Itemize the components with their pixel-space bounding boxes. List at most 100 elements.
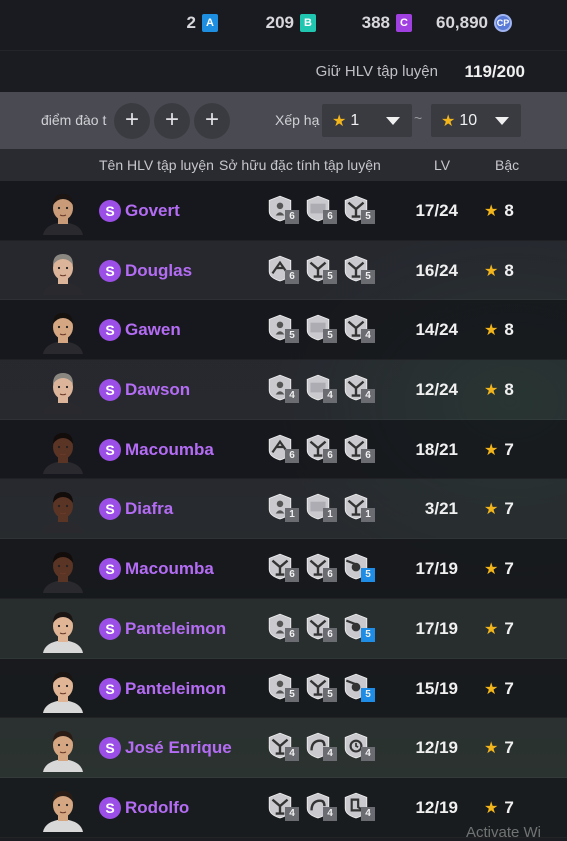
trait-badge[interactable]: 4: [342, 731, 375, 762]
coach-row[interactable]: S Panteleimon 6 6 5 17/19 ★ 7: [0, 598, 567, 659]
trait-badge[interactable]: 5: [304, 313, 337, 344]
coach-avatar: [41, 486, 85, 534]
coach-name: Govert: [125, 201, 180, 220]
add-filter-button-3[interactable]: +: [194, 103, 230, 139]
coach-level: 17/24: [415, 201, 458, 220]
coach-row[interactable]: S Macoumba 6 6: [0, 419, 567, 480]
trait-badge[interactable]: 5: [342, 612, 375, 642]
coach-row[interactable]: S Macoumba 6 6: [0, 539, 567, 599]
coach-row[interactable]: S Govert 6 6 5 17/24 ★ 8: [0, 181, 567, 241]
trait-badge[interactable]: 1: [304, 492, 337, 523]
trait-badge[interactable]: 6: [304, 612, 337, 642]
trait-level: 4: [285, 389, 299, 404]
trait-badge[interactable]: 4: [342, 791, 375, 821]
coach-tier: ★ 7: [484, 440, 514, 460]
trait-badge[interactable]: 5: [304, 254, 337, 284]
trait-badge[interactable]: 6: [266, 433, 299, 463]
trait-badge[interactable]: 4: [266, 731, 299, 762]
coach-name: Macoumba: [125, 559, 214, 579]
header-lv[interactable]: LV: [434, 157, 450, 173]
trait-badge[interactable]: 6: [342, 433, 375, 463]
currency-bar: 2 A 209 B 388 C 60,890 CP: [0, 0, 567, 50]
coach-name: Dawson: [125, 380, 191, 400]
star-icon: ★: [484, 620, 499, 638]
coach-row[interactable]: S Gawen 5 5 4 14/24 ★ 8: [0, 300, 567, 361]
trait-badge[interactable]: 4: [342, 313, 375, 344]
trait-badge[interactable]: 5: [304, 672, 337, 702]
trait-level: 4: [323, 389, 337, 404]
coach-level: 12/19: [415, 738, 458, 758]
trait-list: 6 6 5: [266, 612, 375, 642]
coach-row[interactable]: S Dawson 4 4 4 12/24 ★ 8: [0, 360, 567, 420]
star-icon: ★: [484, 501, 499, 519]
trait-badge[interactable]: 4: [304, 731, 337, 762]
trait-list: 6 6 6: [266, 433, 375, 463]
coach-avatar: [41, 546, 85, 594]
rank-to-dropdown[interactable]: ★ 10: [431, 104, 521, 137]
coach-level: 3/21: [424, 499, 458, 519]
header-tier[interactable]: Bậc: [495, 157, 519, 173]
coach-name: José Enrique: [125, 738, 232, 758]
coach-tier: ★ 7: [484, 679, 514, 699]
coach-count-value: 119/200: [464, 62, 525, 81]
trait-list: 1 1 1: [266, 492, 375, 523]
star-icon: ★: [441, 112, 456, 130]
coach-count-bar: Giữ HLV tập luyện 119/200: [0, 50, 567, 93]
coach-avatar: [41, 248, 85, 295]
trait-badge[interactable]: 4: [304, 791, 337, 821]
score-filter-label: điểm đào t: [41, 112, 107, 128]
trait-level: 4: [361, 329, 375, 344]
coach-row[interactable]: S José Enrique 4 4 4 12/19 ★ 7: [0, 718, 567, 778]
trait-badge[interactable]: 5: [342, 552, 375, 583]
rank-from-dropdown[interactable]: ★ 1: [322, 104, 412, 137]
trait-badge[interactable]: 4: [266, 373, 299, 404]
coach-name: Douglas: [125, 260, 193, 280]
trait-badge[interactable]: 5: [266, 313, 299, 344]
trait-level: 6: [323, 627, 337, 642]
coach-tier: ★ 8: [484, 201, 514, 221]
trait-list: 6 5 5: [266, 254, 375, 284]
trait-badge[interactable]: 6: [304, 433, 337, 463]
grade-badge: S: [99, 677, 121, 700]
coach-tier: ★ 7: [484, 499, 514, 519]
trait-badge[interactable]: 5: [266, 672, 299, 702]
trait-badge[interactable]: 1: [266, 492, 299, 523]
trait-badge[interactable]: 6: [304, 552, 337, 583]
trait-list: 4 4 4: [266, 731, 375, 762]
trait-level: 6: [285, 627, 299, 642]
grade-badge: S: [99, 498, 121, 521]
b-coin-icon: B: [300, 14, 316, 32]
column-headers: Tên HLV tập luyện Sở hữu đặc tính tập lu…: [0, 149, 567, 181]
coach-row[interactable]: S Diafra 1 1 1 3/21 ★ 7: [0, 479, 567, 540]
currency-cp-value: 60,890: [436, 13, 488, 32]
add-filter-button-1[interactable]: +: [114, 103, 150, 139]
trait-badge[interactable]: 5: [342, 254, 375, 284]
tier-value: 7: [504, 618, 514, 638]
coach-list: S Govert 6 6 5 17/24 ★ 8 S Douglas 6 5 5…: [0, 181, 567, 838]
trait-badge[interactable]: 5: [342, 672, 375, 702]
trait-level: 4: [361, 806, 375, 821]
trait-badge[interactable]: 6: [266, 612, 299, 642]
trait-badge[interactable]: 6: [266, 194, 299, 224]
trait-badge[interactable]: 5: [342, 194, 375, 224]
add-filter-button-2[interactable]: +: [154, 103, 190, 139]
trait-level: 1: [285, 508, 299, 523]
coach-level: 12/19: [415, 797, 458, 817]
trait-badge[interactable]: 4: [266, 791, 299, 821]
trait-badge[interactable]: 1: [342, 492, 375, 523]
coach-row[interactable]: S Douglas 6 5 5 16/24 ★ 8: [0, 240, 567, 301]
trait-level: 6: [323, 448, 337, 463]
trait-badge[interactable]: 4: [342, 373, 375, 404]
chevron-down-icon: [495, 117, 509, 125]
trait-badge[interactable]: 4: [304, 373, 337, 404]
trait-list: 5 5 4: [266, 313, 375, 344]
coach-avatar: [41, 785, 85, 832]
currency-b-value: 209: [265, 13, 294, 32]
trait-badge[interactable]: 6: [266, 254, 299, 284]
trait-badge[interactable]: 6: [266, 552, 299, 583]
coach-row[interactable]: S Panteleimon 5 5 5 15/19 ★ 7: [0, 658, 567, 719]
tier-value: 7: [504, 499, 514, 519]
header-name[interactable]: Tên HLV tập luyện: [99, 157, 214, 173]
coach-avatar: [41, 606, 85, 653]
trait-badge[interactable]: 6: [304, 194, 337, 224]
